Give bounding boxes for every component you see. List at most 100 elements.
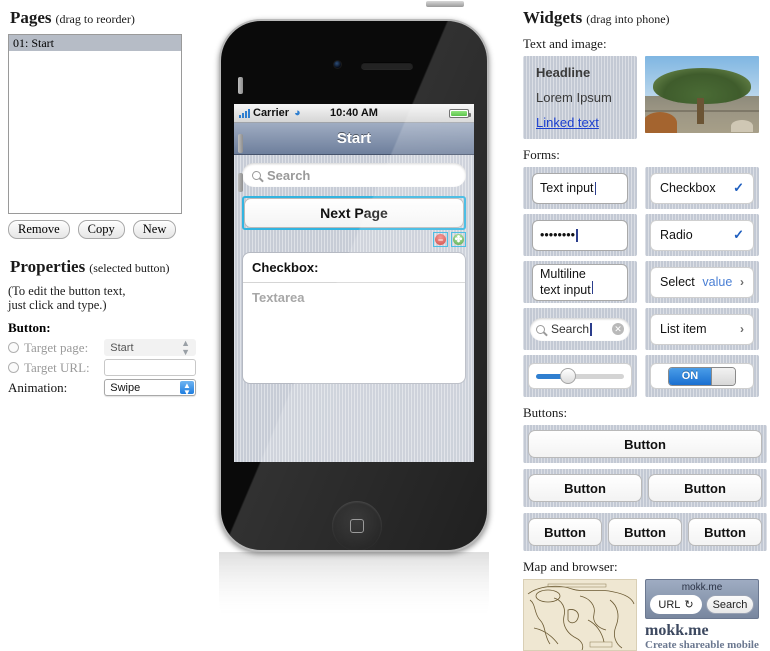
widget-badges: − ✤ [433,232,466,247]
next-page-button[interactable]: Next Page [244,198,464,228]
widget-checkbox[interactable]: Checkbox ✓ [645,167,759,209]
forms-row-1: Text input Checkbox ✓ [523,167,767,209]
properties-hint: (selected button) [89,261,170,275]
caret-icon [594,181,597,195]
properties-header: Properties (selected button) [10,257,196,277]
text-input-value: Text input [540,181,594,195]
target-page-radio[interactable] [8,342,19,353]
battery-icon [449,108,471,118]
forms-row-5: ON [523,355,767,397]
multiline-line2: text input [540,282,591,297]
pages-header: Pages (drag to reorder) [10,8,196,28]
widget-button-half-1[interactable]: Button [528,474,642,502]
target-url-input[interactable] [104,359,196,376]
slider-track[interactable] [536,367,624,384]
brand-name: mokk.me [645,622,709,639]
text-widgets-tray: Headline Lorem Ipsum Linked text [523,56,637,139]
target-page-select[interactable]: Start ▲ ▼ [104,338,196,356]
pages-list[interactable]: 01: Start [8,34,182,214]
target-page-value: Start [110,341,134,354]
text-and-image-row: Headline Lorem Ipsum Linked text [523,56,767,139]
widget-search-field[interactable]: Search ✕ [523,308,637,350]
target-url-radio[interactable] [8,362,19,373]
check-icon: ✓ [733,180,744,195]
widget-lorem-ipsum[interactable]: Lorem Ipsum [527,85,633,110]
properties-note-line1: (To edit the button text, [8,284,126,298]
widget-text-input[interactable]: Text input [523,167,637,209]
widget-map-thumbnail[interactable] [523,579,637,651]
widget-select[interactable]: Select value › [645,261,759,303]
section-forms: Forms: [523,147,560,162]
delete-widget-button[interactable]: − [433,232,448,247]
url-field[interactable]: URL ↻ [650,595,702,614]
select-label: Select [660,275,695,289]
widget-button-third-2[interactable]: Button [608,518,682,546]
copy-button[interactable]: Copy [77,220,125,239]
toggle-on-label: ON [669,367,711,385]
list-item[interactable]: 01: Start [9,35,181,51]
widget-slider[interactable] [523,355,637,397]
search-icon [252,170,261,180]
animation-select[interactable]: Swipe ▲ ▼ [104,379,196,397]
phone-preview: Carrier ◕ 10:40 AM Start Search Next Pag… [196,0,516,644]
widgets-hint: (drag into phone) [586,12,670,26]
chevron-updown-icon: ▲ ▼ [180,381,194,397]
toggle-knob[interactable] [711,367,735,385]
animation-label: Animation: [8,380,104,396]
forms-row-2: •••••••• Radio ✓ [523,214,767,256]
properties-note: (To edit the button text, just click and… [8,284,196,312]
browser-chrome: mokk.me URL ↻ Search [645,579,759,619]
button-widget-row-2: Button Button [523,469,767,507]
list-item-label: List item [660,322,707,336]
gray-rock [731,120,753,132]
home-square-icon [350,519,364,533]
widget-button-third-3[interactable]: Button [688,518,762,546]
animation-label-text: Animation: [8,379,68,395]
checkbox-card[interactable]: Checkbox: Textarea [242,252,466,384]
search-placeholder: Search [267,167,311,183]
screen-content: Search Next Page − ✤ Checkbox: Textarea [234,155,474,462]
widget-browser[interactable]: mokk.me URL ↻ Search mokk.me Create shar… [645,579,759,651]
silent-switch-icon [238,77,243,94]
reload-icon[interactable]: ↻ [684,598,693,611]
page-title: Start [234,123,474,155]
browser-search-button[interactable]: Search [706,595,754,614]
target-url-row: Target URL: [8,358,196,377]
widget-radio[interactable]: Radio ✓ [645,214,759,256]
widget-button-third-1[interactable]: Button [528,518,602,546]
phone-reflection [219,552,489,642]
move-arrows-icon: ✤ [453,234,464,245]
textarea-widget[interactable]: Textarea [243,283,465,383]
widget-headline[interactable]: Headline [527,60,633,85]
widget-image-thumbnail[interactable] [645,56,759,133]
caret-icon [591,280,594,294]
properties-note-line2: just click and type.) [8,298,107,312]
widget-button-full[interactable]: Button [528,430,762,458]
widget-toggle[interactable]: ON [645,355,759,397]
clear-icon[interactable]: ✕ [612,323,624,335]
slider-knob[interactable] [559,367,576,384]
section-map-and-browser: Map and browser: [523,559,618,574]
widget-multiline-input[interactable]: Multiline text input [523,261,637,303]
move-widget-handle[interactable]: ✤ [451,232,466,247]
widget-list-item[interactable]: List item › [645,308,759,350]
remove-button[interactable]: Remove [8,220,70,239]
multiline-line1: Multiline [540,266,586,281]
caret-icon [590,322,592,336]
button-group-label: Button: [8,320,51,335]
check-icon: ✓ [733,227,744,242]
target-page-row: Target page: Start ▲ ▼ [8,338,196,357]
widget-button-half-2[interactable]: Button [648,474,762,502]
widget-password-input[interactable]: •••••••• [523,214,637,256]
target-url-label: Target URL: [8,360,104,376]
widgets-title: Widgets [523,8,583,27]
phone-screen[interactable]: Carrier ◕ 10:40 AM Start Search Next Pag… [234,104,474,462]
button-widget-row-3: Button Button Button [523,513,767,551]
search-input[interactable]: Search [242,163,466,187]
home-button-icon[interactable] [332,501,382,550]
new-button[interactable]: New [132,220,177,239]
selected-widget-wrapper: Next Page − ✤ [242,196,466,247]
widget-linked-text[interactable]: Linked text [527,110,633,135]
chevron-right-icon: › [740,322,744,336]
pages-hint: (drag to reorder) [55,12,135,26]
